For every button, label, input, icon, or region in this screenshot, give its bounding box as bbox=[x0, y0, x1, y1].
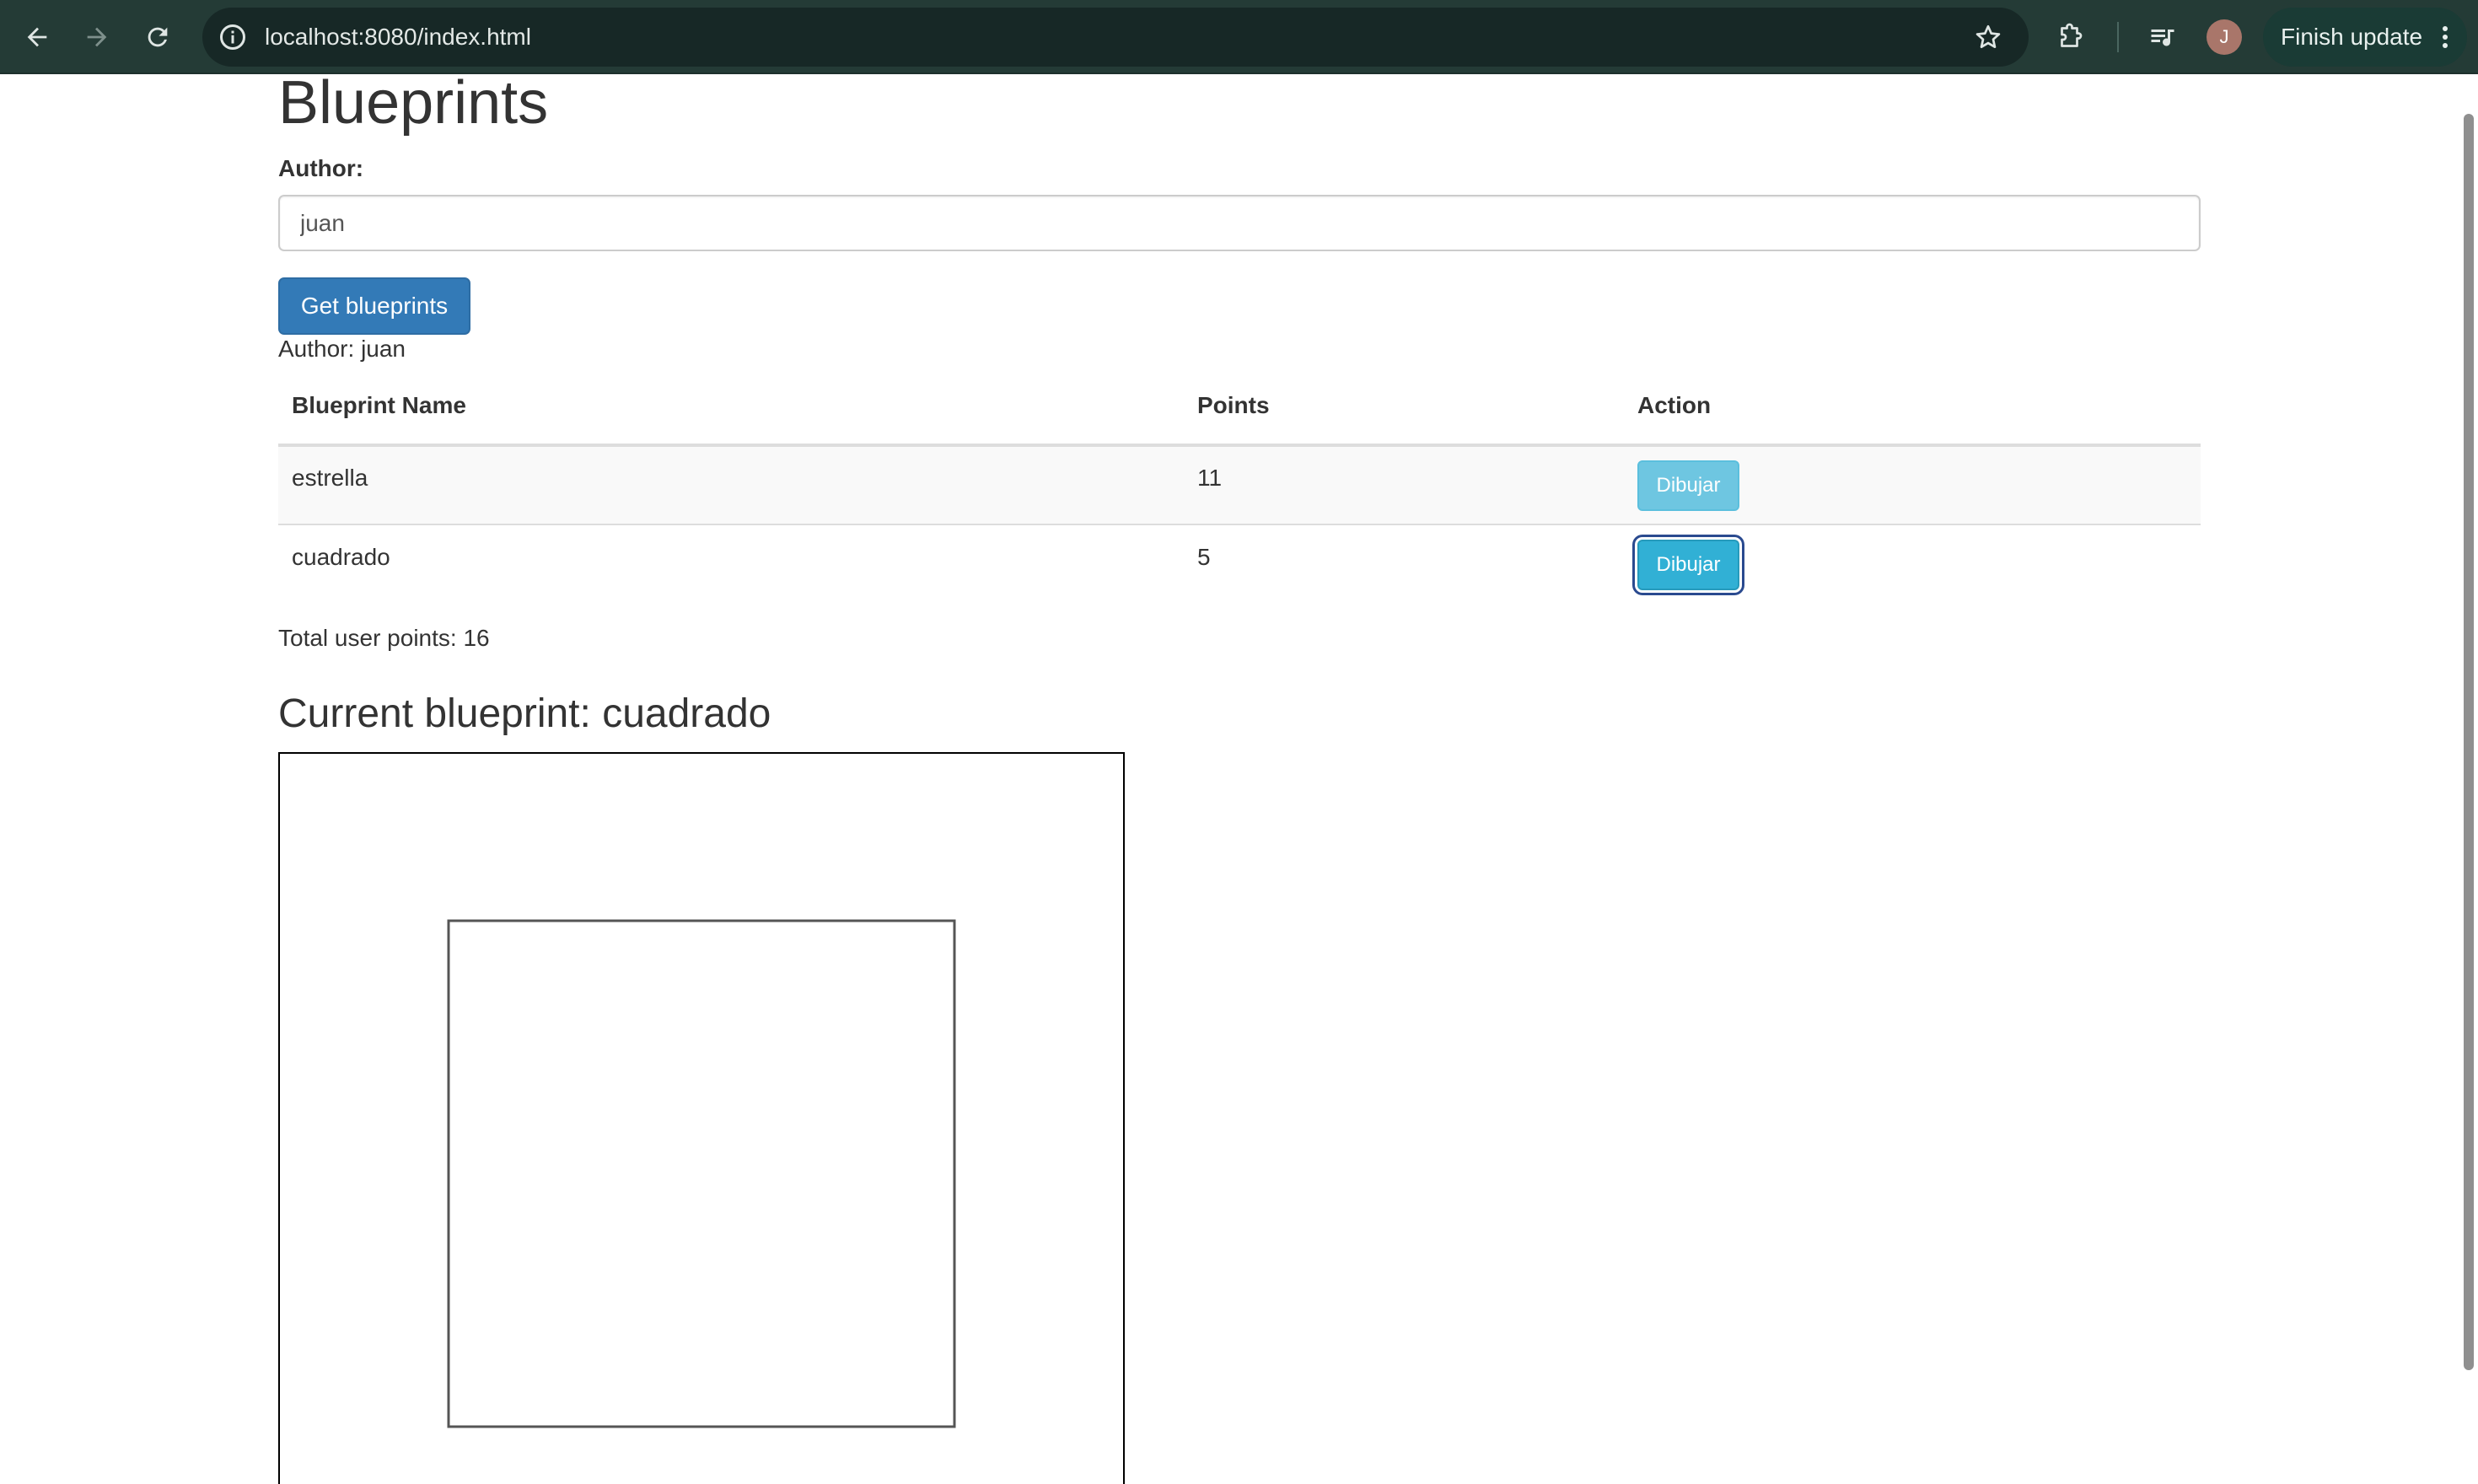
total-user-points: Total user points: 16 bbox=[278, 625, 490, 651]
blueprint-points: 11 bbox=[1197, 464, 1223, 491]
author-label: Author: bbox=[278, 155, 364, 181]
profile-avatar[interactable]: J bbox=[2207, 19, 2242, 55]
blueprint-square-shape bbox=[447, 919, 956, 1428]
draw-button[interactable]: Dibujar bbox=[1637, 539, 1739, 590]
toolbar-divider bbox=[2117, 22, 2119, 52]
blueprint-action-cell: Dibujar bbox=[1624, 444, 2201, 524]
current-blueprint-name: cuadrado bbox=[602, 691, 771, 736]
page-title: Blueprints bbox=[278, 76, 549, 137]
more-vert-icon[interactable] bbox=[2440, 24, 2450, 50]
blueprint-name-cell: cuadrado bbox=[278, 524, 1184, 604]
address-bar[interactable]: localhost:8080/index.html bbox=[202, 8, 2029, 67]
blueprint-drawing bbox=[447, 919, 956, 1428]
current-blueprint-heading: Current blueprint: cuadrado bbox=[278, 687, 771, 741]
current-blueprint-prefix: Current blueprint: bbox=[278, 691, 603, 736]
author-display: Author: juan bbox=[278, 336, 406, 363]
get-blueprints-button[interactable]: Get blueprints bbox=[278, 277, 470, 335]
browser-toolbar: localhost:8080/index.html J Finish updat… bbox=[0, 0, 2478, 74]
blueprint-name: estrella bbox=[292, 464, 368, 491]
back-arrow-icon[interactable] bbox=[19, 19, 56, 56]
finish-update-label: Finish update bbox=[2281, 24, 2423, 50]
table-row: estrella 11 Dibujar bbox=[278, 444, 2201, 524]
table-row: cuadrado 5 Dibujar bbox=[278, 524, 2201, 604]
bookmark-star-icon[interactable] bbox=[1973, 22, 2003, 52]
extensions-puzzle-icon[interactable] bbox=[2052, 19, 2089, 56]
site-info-icon[interactable] bbox=[218, 22, 248, 52]
column-header-points: Points bbox=[1184, 368, 1624, 447]
scrollbar-thumb[interactable] bbox=[2464, 114, 2474, 1370]
author-input[interactable] bbox=[278, 195, 2201, 251]
reload-icon[interactable] bbox=[139, 19, 176, 56]
page-content: Blueprints Author: Get blueprints Author… bbox=[0, 76, 2459, 1484]
column-header-action: Action bbox=[1624, 368, 2201, 447]
blueprint-points-cell: 5 bbox=[1184, 524, 1624, 604]
page-scrollbar[interactable] bbox=[2459, 76, 2478, 1484]
blueprint-points-cell: 11 bbox=[1184, 444, 1624, 524]
forward-arrow-icon[interactable] bbox=[78, 19, 116, 56]
blueprint-points: 5 bbox=[1197, 543, 1211, 570]
blueprint-action-cell: Dibujar bbox=[1624, 524, 2201, 604]
author-display-prefix: Author: bbox=[278, 336, 362, 362]
blueprint-canvas[interactable] bbox=[278, 752, 1125, 1484]
draw-button[interactable]: Dibujar bbox=[1637, 460, 1739, 511]
table-header-row: Blueprint Name Points Action bbox=[278, 368, 2201, 447]
media-controls-icon[interactable] bbox=[2144, 19, 2181, 56]
column-header-name: Blueprint Name bbox=[278, 368, 1184, 447]
finish-update-button[interactable]: Finish update bbox=[2263, 8, 2467, 67]
blueprints-table: Blueprint Name Points Action estrella 11… bbox=[278, 368, 2201, 604]
blueprint-name-cell: estrella bbox=[278, 444, 1184, 524]
blueprint-name: cuadrado bbox=[292, 543, 390, 570]
author-display-name: juan bbox=[361, 336, 406, 362]
url-text[interactable]: localhost:8080/index.html bbox=[265, 8, 531, 67]
